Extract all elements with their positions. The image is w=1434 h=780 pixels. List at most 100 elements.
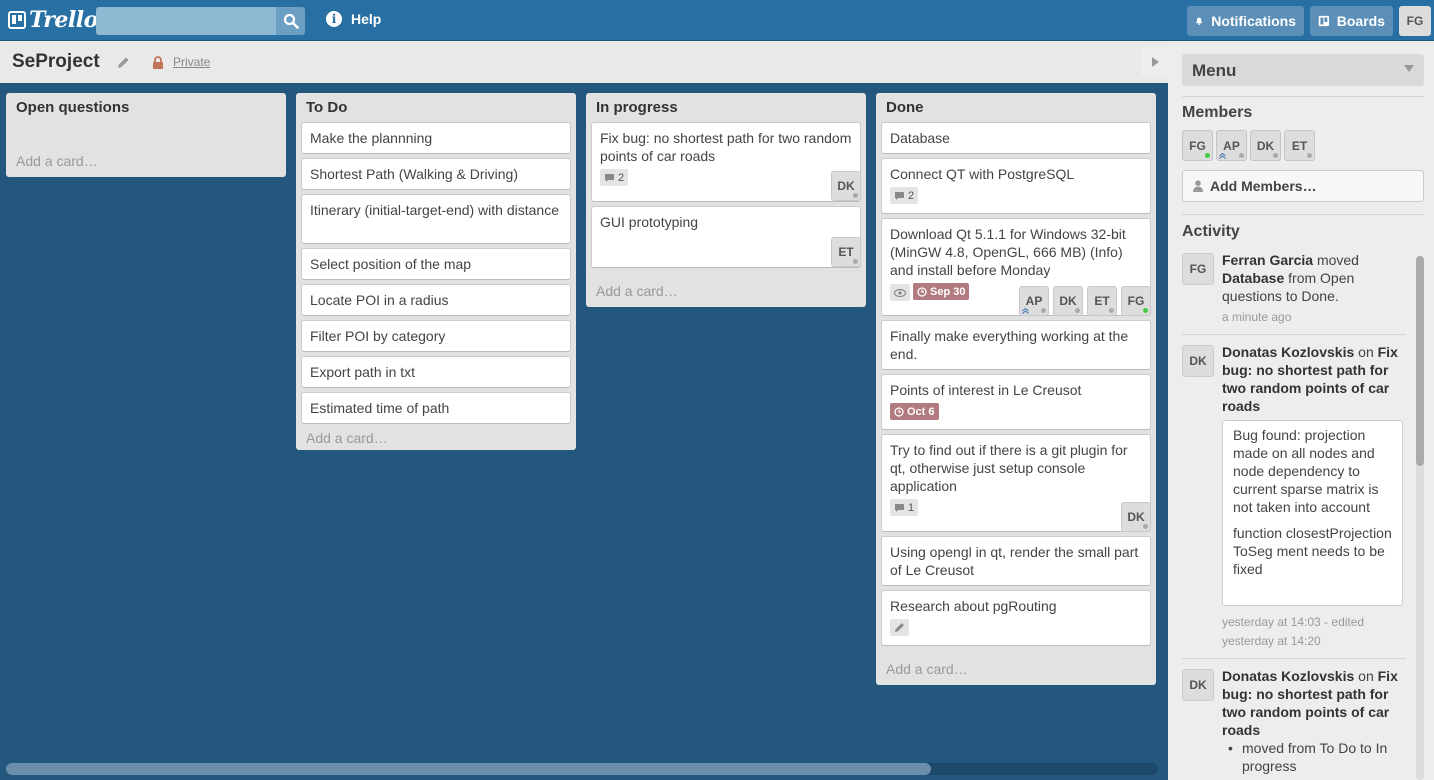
card[interactable]: Finally make everything working at the e… [881,320,1151,370]
help-button[interactable]: i Help [326,11,381,27]
card[interactable]: Try to find out if there is a git plugin… [881,434,1151,532]
status-dot [1143,308,1148,313]
member-avatar[interactable]: ET [1284,130,1315,161]
card-title: Fix bug: no shortest path for two random… [600,130,852,164]
add-card-link[interactable]: Add a card… [596,283,678,299]
status-dot [1239,153,1244,158]
card-member-avatar[interactable]: DK [1121,502,1151,532]
activity-avatar[interactable]: DK [1182,669,1214,701]
card[interactable]: Filter POI by category [301,320,571,352]
notifications-label: Notifications [1211,13,1296,29]
description-badge [890,619,909,636]
card-member-avatar[interactable]: FG [1121,286,1151,316]
eye-icon [894,288,906,297]
card[interactable]: Connect QT with PostgreSQL 2 [881,158,1151,214]
member-avatar[interactable]: FG [1182,130,1213,161]
card-member-avatar[interactable]: ET [831,237,861,267]
status-dot [1307,153,1312,158]
boards-button[interactable]: Boards [1310,6,1393,36]
privacy-link[interactable]: Private [173,55,210,69]
card[interactable]: Download Qt 5.1.1 for Windows 32-bit (Mi… [881,218,1151,316]
card-member-avatar[interactable]: DK [1053,286,1083,316]
activity-text: Donatas Kozlovskis on Fix bug: no shorte… [1222,343,1408,415]
trello-logo[interactable]: Trello [8,7,98,33]
status-dot [1075,308,1080,313]
notifications-button[interactable]: Notifications [1187,6,1304,36]
card[interactable]: Research about pgRouting [881,590,1151,646]
sidebar-scrollbar-thumb[interactable] [1416,256,1424,466]
status-dot [1205,153,1210,158]
card-title: Connect QT with PostgreSQL [890,166,1075,182]
activity-bullet: • moved from To Do to In progress [1228,739,1418,775]
search-input[interactable] [96,7,276,35]
lock-icon [153,56,163,69]
card[interactable]: Estimated time of path [301,392,571,424]
activity-verb: moved [1313,252,1359,268]
toggle-sidebar-button[interactable] [1141,47,1168,77]
card-title: Using opengl in qt, render the small par… [890,544,1139,578]
card-member-avatar[interactable]: ET [1087,286,1117,316]
horizontal-scrollbar-thumb[interactable] [6,763,931,775]
activity-actor[interactable]: Ferran Garcia [1222,252,1313,268]
card-title: Estimated time of path [310,400,450,416]
top-header: Trello i Help Notifications Boards FG [0,0,1434,41]
list-done: Done Database Connect QT with PostgreSQL… [876,93,1156,685]
card[interactable]: Shortest Path (Walking & Driving) [301,158,571,190]
due-date-badge: Sep 30 [913,283,970,300]
activity-actor[interactable]: Donatas Kozlovskis [1222,668,1354,684]
member-initials: AP [1223,138,1240,153]
activity-target[interactable]: Database [1222,270,1284,286]
user-avatar[interactable]: FG [1399,6,1431,36]
card-title: Download Qt 5.1.1 for Windows 32-bit (Mi… [890,226,1126,278]
list-title[interactable]: Done [886,99,924,116]
card-title: Itinerary (initial-target-end) with dist… [310,202,559,218]
card[interactable]: Fix bug: no shortest path for two random… [591,122,861,202]
activity-time[interactable]: yesterday at 14:20 [1222,634,1321,648]
card[interactable]: Using opengl in qt, render the small par… [881,536,1151,586]
activity-avatar[interactable]: DK [1182,345,1214,377]
help-label: Help [351,11,382,27]
card-member-avatar[interactable]: DK [831,171,861,201]
card[interactable]: Export path in txt [301,356,571,388]
add-card-link[interactable]: Add a card… [306,430,388,446]
watching-badge [890,284,910,301]
due-date-badge: Oct 6 [890,403,939,420]
card[interactable]: Points of interest in Le Creusot Oct 6 [881,374,1151,430]
activity-avatar[interactable]: FG [1182,253,1214,285]
list-title[interactable]: In progress [596,99,678,116]
board-title[interactable]: SeProject [12,51,100,73]
menu-header[interactable]: Menu [1182,54,1424,86]
card[interactable]: Itinerary (initial-target-end) with dist… [301,194,571,244]
activity-text: Ferran Garcia moved Database from Open q… [1222,251,1408,305]
card[interactable]: Make the plannning [301,122,571,154]
add-card-link[interactable]: Add a card… [886,661,968,677]
comments-badge: 1 [890,499,919,516]
member-avatar[interactable]: AP [1216,130,1247,161]
chevron-up-icon [1022,308,1029,314]
status-dot [1273,153,1278,158]
add-card-link[interactable]: Add a card… [16,153,98,169]
list-title[interactable]: Open questions [16,99,129,116]
person-icon [1193,180,1203,192]
divider [1182,96,1424,97]
card[interactable]: Database [881,122,1151,154]
list-open-questions: Open questions Add a card… [6,93,286,177]
card-member-avatar[interactable]: AP [1019,286,1049,316]
activity-time[interactable]: yesterday at 14:03 - edited [1222,615,1364,629]
member-initials: FG [1189,138,1206,153]
list-to-do: To Do Make the plannning Shortest Path (… [296,93,576,450]
card[interactable]: Locate POI in a radius [301,284,571,316]
add-members-button[interactable]: Add Members… [1182,170,1424,202]
sidebar: Menu Members FG AP DK ET Add Members… Ac… [1168,41,1434,780]
card-title: Finally make everything working at the e… [890,328,1129,362]
activity-actor[interactable]: Donatas Kozlovskis [1222,344,1354,360]
list-title[interactable]: To Do [306,99,347,116]
activity-time[interactable]: a minute ago [1222,310,1291,324]
search-button[interactable] [276,7,305,35]
pencil-icon[interactable] [117,56,130,69]
activity-verb: on [1354,344,1378,360]
member-avatar[interactable]: DK [1250,130,1281,161]
comment-paragraph: Bug found: projection made on all nodes … [1233,427,1379,515]
card[interactable]: GUI prototyping ET [591,206,861,268]
card[interactable]: Select position of the map [301,248,571,280]
